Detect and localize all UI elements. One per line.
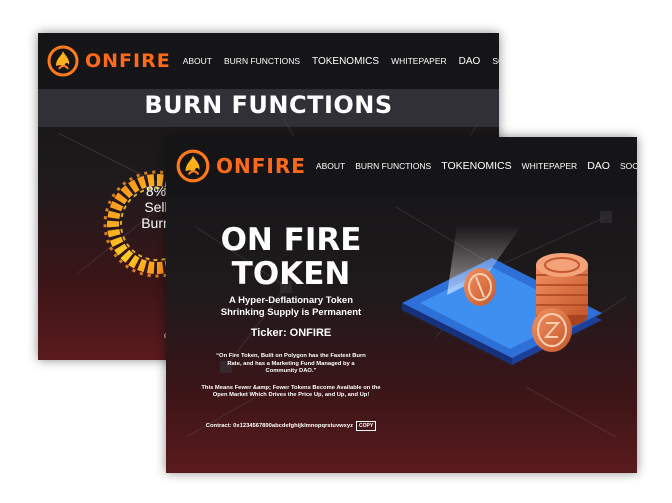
fire-logo-icon bbox=[176, 149, 210, 183]
nav-about[interactable]: ABOUT bbox=[183, 56, 212, 66]
hero-section: ON FIRE TOKEN A Hyper-Deflationary Token… bbox=[196, 223, 386, 400]
fire-logo-icon bbox=[47, 45, 79, 77]
nav-whitepaper[interactable]: WHITEPAPER bbox=[522, 161, 578, 171]
navbar: ONFIRE ABOUT BURN FUNCTIONS TOKENOMICS W… bbox=[38, 33, 499, 89]
brand-name: ONFIRE bbox=[85, 50, 171, 72]
nav-whitepaper[interactable]: WHITEPAPER bbox=[391, 56, 447, 66]
ticker-label: Ticker: ONFIRE bbox=[250, 327, 332, 339]
hero-title-line2: TOKEN bbox=[231, 256, 351, 292]
copy-button[interactable]: COPY bbox=[356, 421, 377, 431]
brand-name: ONFIRE bbox=[216, 154, 306, 178]
hero-quote: “On Fire Token, Built on Polygon has the… bbox=[216, 353, 366, 374]
hero-subtitle-line1: A Hyper-Deflationary Token bbox=[228, 295, 354, 306]
hero-description: This Means Fewer &amp; Fewer Tokens Beco… bbox=[201, 384, 381, 399]
nav-dao[interactable]: DAO bbox=[587, 160, 610, 172]
nav-social-media[interactable]: SOCIAL MEDIA bbox=[620, 161, 637, 171]
contract-row: Contract: 0x1234567890abcdefghijklmnopqr… bbox=[196, 421, 386, 431]
nav-tokenomics[interactable]: TOKENOMICS bbox=[441, 160, 511, 172]
main-menu: ABOUT BURN FUNCTIONS TOKENOMICS WHITEPAP… bbox=[171, 56, 499, 67]
hero-subtitle-line2: Shrinking Supply is Permanent bbox=[220, 307, 362, 318]
section-title: BURN FUNCTIONS bbox=[144, 91, 393, 119]
nav-about[interactable]: ABOUT bbox=[316, 161, 345, 171]
navbar: ONFIRE ABOUT BURN FUNCTIONS TOKENOMICS W… bbox=[166, 137, 637, 195]
nav-burn-functions[interactable]: BURN FUNCTIONS bbox=[355, 161, 431, 171]
phone-coins-illustration bbox=[402, 225, 602, 365]
nav-burn-functions[interactable]: BURN FUNCTIONS bbox=[224, 56, 300, 66]
contract-address: Contract: 0x1234567890abcdefghijklmnopqr… bbox=[205, 423, 354, 429]
nav-dao[interactable]: DAO bbox=[459, 56, 481, 67]
hero-title-line1: ON FIRE bbox=[220, 222, 362, 258]
home-window: ONFIRE ABOUT BURN FUNCTIONS TOKENOMICS W… bbox=[166, 137, 637, 473]
logo[interactable]: ONFIRE bbox=[46, 44, 171, 78]
logo[interactable]: ONFIRE bbox=[175, 148, 306, 184]
main-menu: ABOUT BURN FUNCTIONS TOKENOMICS WHITEPAP… bbox=[306, 160, 637, 172]
nav-tokenomics[interactable]: TOKENOMICS bbox=[312, 56, 379, 67]
nav-social-media[interactable]: SOCIAL MEDIA bbox=[492, 56, 499, 66]
